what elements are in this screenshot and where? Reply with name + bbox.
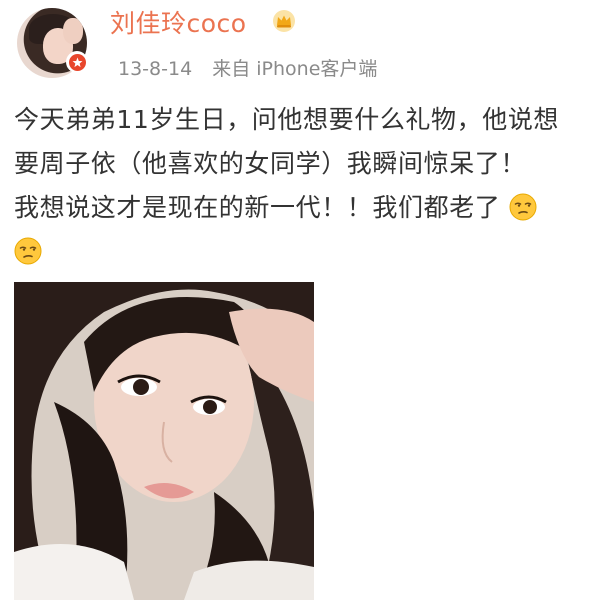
post-text: 今天弟弟11岁生日，问他想要什么礼物，他说想 要周子依（他喜欢的女同学）我瞬间惊…	[14, 98, 610, 274]
post-text-line-emoji	[14, 230, 610, 274]
post-photo[interactable]	[14, 282, 314, 600]
post-date[interactable]: 13-8-14	[118, 58, 192, 80]
username-link[interactable]: 刘佳玲coco	[110, 4, 247, 40]
post-text-line: 要周子依（他喜欢的女同学）我瞬间惊呆了！	[14, 149, 527, 178]
post-text-line: 今天弟弟11岁生日，问他想要什么礼物，他说想	[14, 105, 560, 134]
unamused-face-emoji-icon	[14, 237, 42, 265]
post-text-line-with-emoji: 我想说这才是现在的新一代！！我们都老了	[14, 186, 610, 230]
weibo-post: 刘佳玲coco 13-8-14 来自 iPhone客户端 今天弟弟11岁生日，问…	[0, 0, 614, 600]
unamused-face-emoji-icon	[509, 193, 537, 221]
verified-badge-icon	[66, 51, 88, 73]
crown-icon	[273, 10, 295, 32]
post-text-line: 我想说这才是现在的新一代！！我们都老了	[14, 193, 501, 222]
selfie-photo-illustration	[14, 282, 314, 600]
post-meta: 13-8-14 来自 iPhone客户端	[118, 54, 377, 81]
post-source[interactable]: 来自 iPhone客户端	[212, 58, 377, 80]
